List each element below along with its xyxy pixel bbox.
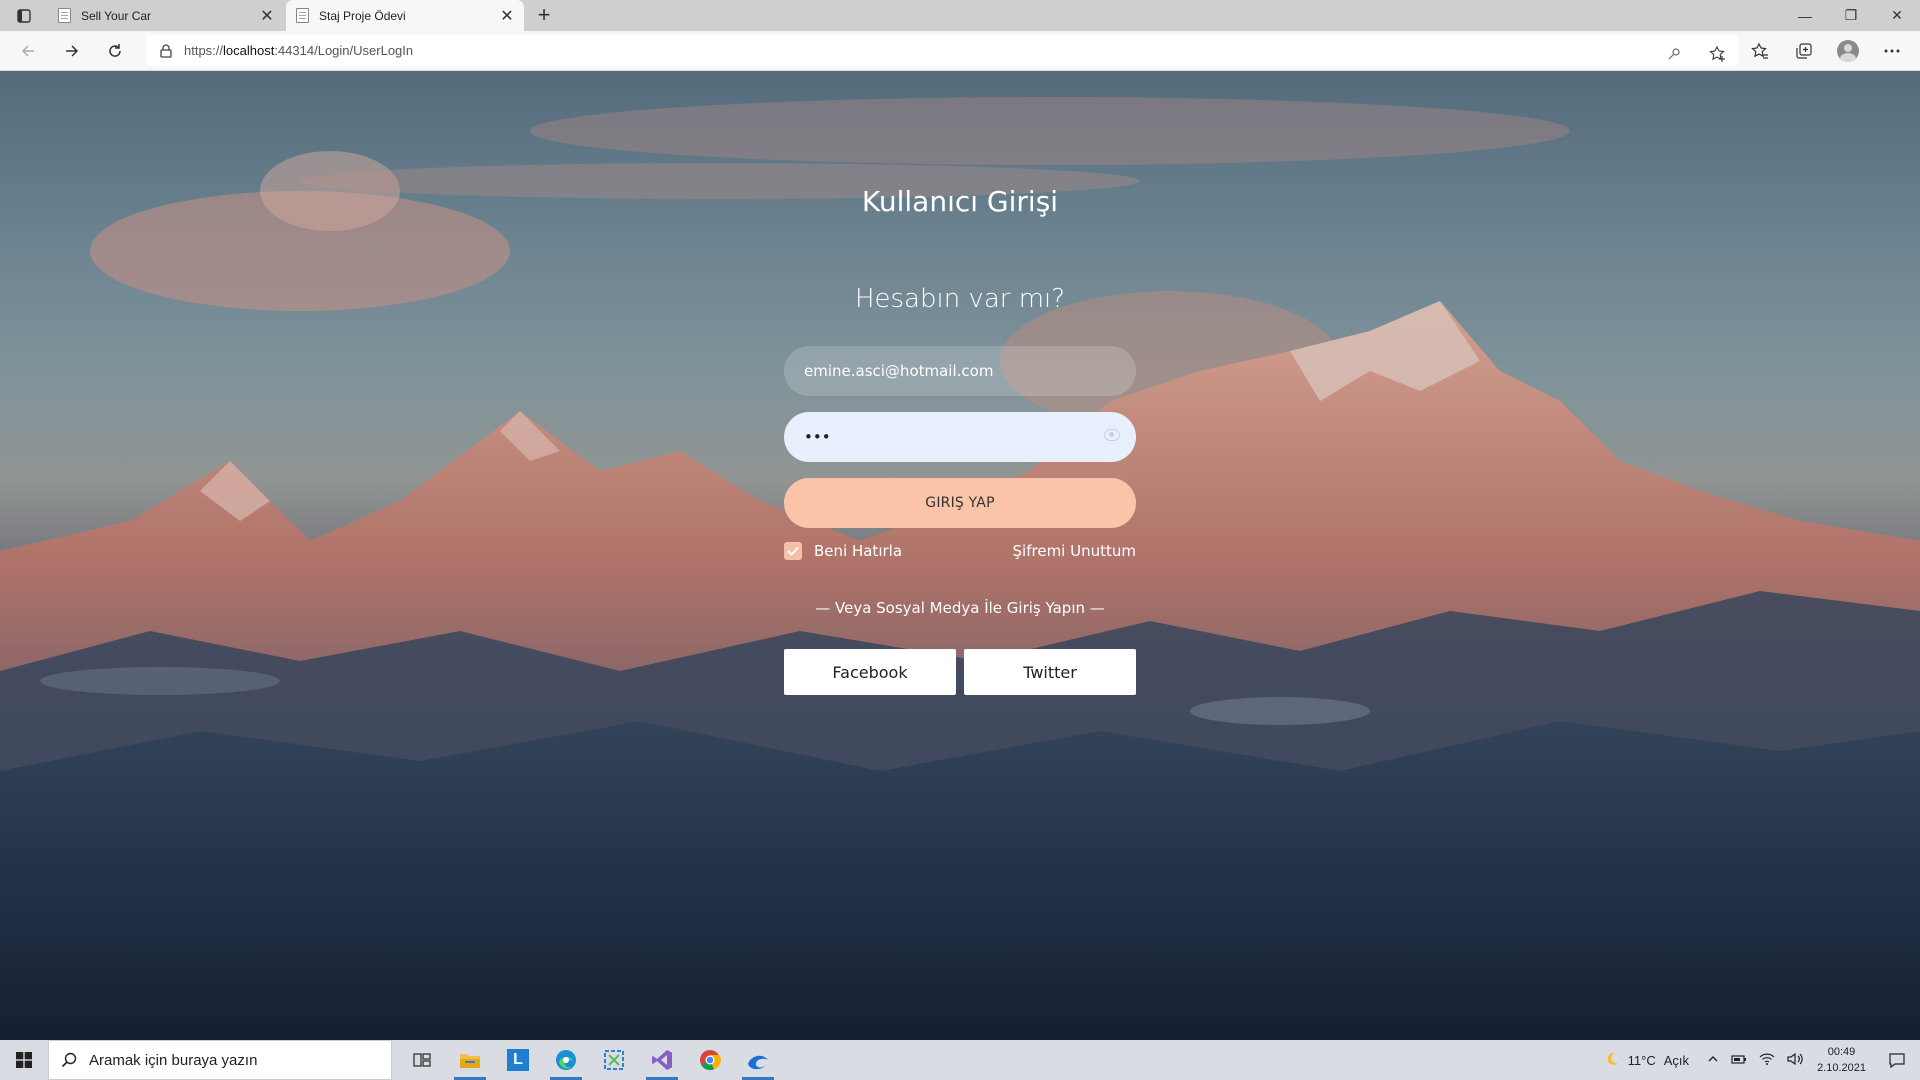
- page-favicon-icon: [296, 8, 309, 23]
- task-view-icon[interactable]: [398, 1040, 446, 1080]
- search-placeholder: Aramak için buraya yazın: [89, 1051, 258, 1069]
- tab-sell-your-car[interactable]: Sell Your Car ✕: [48, 0, 284, 31]
- page-favicon-icon: [58, 8, 71, 23]
- url-text: https://localhost:44314/Login/UserLogIn: [184, 43, 414, 58]
- tab-actions-icon[interactable]: [10, 5, 38, 27]
- page-title: Kullanıcı Girişi: [861, 185, 1059, 218]
- password-value: •••: [804, 428, 831, 446]
- clock-time: 00:49: [1827, 1046, 1856, 1058]
- login-page: Kullanıcı Girişi Hesabın var mı? emine.a…: [0, 71, 1920, 1040]
- add-favorite-icon[interactable]: [1704, 40, 1732, 68]
- url-bar[interactable]: https://localhost:44314/Login/UserLogIn: [146, 35, 1738, 66]
- close-tab-icon[interactable]: ✕: [256, 6, 278, 26]
- refresh-icon: [109, 44, 121, 57]
- minimize-button[interactable]: —: [1782, 0, 1828, 31]
- collections-icon[interactable]: [1790, 37, 1818, 65]
- forward-arrow-icon: [66, 45, 79, 57]
- favorites-icon[interactable]: [1746, 37, 1774, 65]
- email-value: emine.asci@hotmail.com: [804, 362, 994, 380]
- browser-tab-bar: Sell Your Car ✕ Staj Proje Ödevi ✕ + — ❐…: [0, 0, 1920, 31]
- checkmark-icon: [787, 546, 799, 556]
- taskbar-search[interactable]: Aramak için buraya yazın: [48, 1040, 392, 1080]
- wifi-icon[interactable]: [1759, 1053, 1775, 1068]
- email-field[interactable]: emine.asci@hotmail.com: [784, 346, 1136, 396]
- address-toolbar: https://localhost:44314/Login/UserLogIn: [0, 31, 1920, 71]
- tab-title: Sell Your Car: [81, 8, 152, 23]
- key-icon[interactable]: [1660, 40, 1688, 68]
- forgot-password-link[interactable]: Şifremi Unuttum: [1013, 542, 1136, 560]
- file-explorer-icon[interactable]: [446, 1040, 494, 1080]
- back-button[interactable]: [14, 37, 42, 65]
- refresh-button[interactable]: [101, 37, 129, 65]
- notification-icon[interactable]: [1882, 1052, 1912, 1068]
- battery-icon[interactable]: [1731, 1053, 1747, 1068]
- weather-widget[interactable]: 11°C Açık: [1604, 1051, 1689, 1070]
- window-controls: — ❐ ✕: [1782, 0, 1920, 31]
- windows-logo-icon: [16, 1052, 32, 1068]
- close-window-button[interactable]: ✕: [1874, 0, 1920, 31]
- form-subtitle: Hesabın var mı?: [854, 284, 1066, 314]
- restore-button[interactable]: ❐: [1828, 0, 1874, 31]
- login-button[interactable]: GIRIŞ YAP: [784, 478, 1136, 528]
- weather-desc: Açık: [1663, 1052, 1690, 1068]
- search-icon: [49, 1052, 89, 1068]
- lock-icon[interactable]: [160, 43, 174, 58]
- weather-temp: 11°C: [1627, 1052, 1656, 1068]
- close-tab-icon[interactable]: ✕: [496, 6, 518, 26]
- edge-browser-icon[interactable]: [542, 1040, 590, 1080]
- remember-checkbox[interactable]: [784, 542, 802, 560]
- visual-studio-icon[interactable]: [638, 1040, 686, 1080]
- tab-staj-proje-odevi[interactable]: Staj Proje Ödevi ✕: [286, 0, 524, 31]
- forward-button[interactable]: [58, 37, 86, 65]
- clock[interactable]: 00:49 2.10.2021: [1817, 1044, 1866, 1076]
- l-app-icon[interactable]: L: [494, 1040, 542, 1080]
- settings-more-icon[interactable]: [1878, 37, 1906, 65]
- twitter-login-button[interactable]: Twitter: [964, 649, 1136, 695]
- chrome-icon[interactable]: [686, 1040, 734, 1080]
- show-password-icon[interactable]: [1104, 429, 1120, 441]
- windows-taskbar: Aramak için buraya yazın L 11°C Açık 00:…: [0, 1040, 1920, 1080]
- social-login-divider: — Veya Sosyal Medya İle Giriş Yapın —: [815, 599, 1105, 617]
- back-arrow-icon: [21, 45, 34, 57]
- profile-icon: [1837, 40, 1859, 62]
- start-button[interactable]: [0, 1040, 48, 1080]
- tab-title: Staj Proje Ödevi: [319, 8, 406, 23]
- volume-icon[interactable]: [1787, 1052, 1803, 1068]
- system-tray: 11°C Açık 00:49 2.10.2021: [1604, 1040, 1920, 1080]
- remember-label: Beni Hatırla: [814, 542, 903, 560]
- profile-avatar[interactable]: [1834, 37, 1862, 65]
- edge-dev-icon[interactable]: [734, 1040, 782, 1080]
- facebook-login-button[interactable]: Facebook: [784, 649, 956, 695]
- remember-me[interactable]: Beni Hatırla: [784, 542, 902, 560]
- new-tab-button[interactable]: +: [531, 3, 557, 29]
- password-field[interactable]: •••: [784, 412, 1136, 462]
- moon-icon: [1604, 1051, 1620, 1070]
- clock-date: 2.10.2021: [1817, 1062, 1866, 1074]
- snipping-tool-icon[interactable]: [590, 1040, 638, 1080]
- chevron-up-icon[interactable]: [1707, 1053, 1719, 1068]
